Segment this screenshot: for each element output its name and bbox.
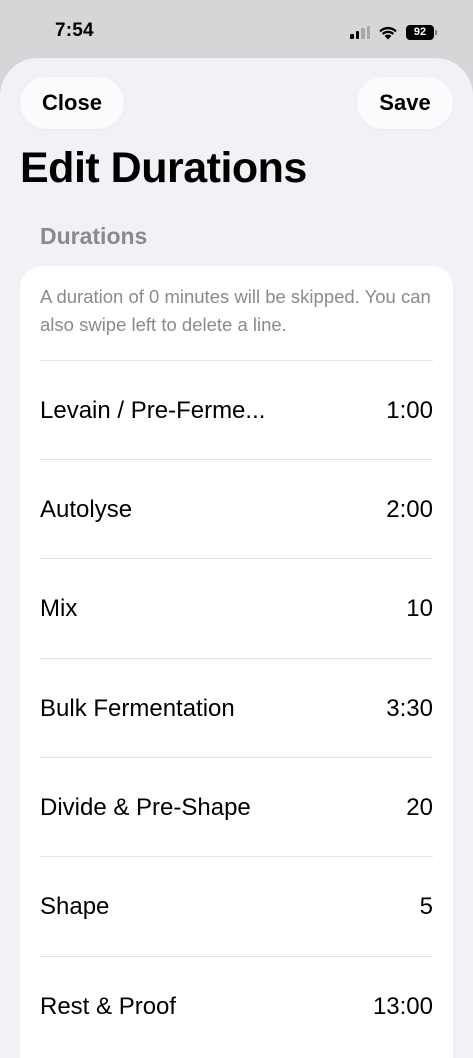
duration-row[interactable]: Autolyse 2:00 — [40, 460, 433, 559]
duration-label: Rest & Proof — [40, 992, 177, 1020]
duration-value[interactable]: 10 — [406, 595, 433, 623]
duration-label: Autolyse — [40, 495, 133, 523]
duration-label: Levain / Pre-Ferme... — [40, 396, 266, 424]
duration-row[interactable]: Levain / Pre-Ferme... 1:00 — [40, 361, 433, 460]
edit-durations-sheet: Close Save Edit Durations Durations A du… — [0, 58, 473, 1058]
duration-row[interactable]: Rest & Proof 13:00 — [40, 957, 433, 1056]
duration-value[interactable]: 5 — [420, 893, 433, 921]
duration-label: Bulk Fermentation — [40, 694, 235, 722]
signal-icon — [350, 25, 370, 39]
wifi-icon — [379, 26, 397, 39]
duration-row[interactable]: Shape 5 — [40, 857, 433, 956]
duration-label: Shape — [40, 892, 110, 920]
duration-label: Mix — [40, 594, 78, 622]
durations-footnote: A duration of 0 minutes will be skipped.… — [40, 286, 431, 335]
status-bar: 7:54 92 — [0, 0, 473, 60]
duration-row[interactable]: Divide & Pre-Shape 20 — [40, 758, 433, 857]
duration-value[interactable]: 2:00 — [386, 496, 433, 524]
battery-icon: 92 — [406, 24, 437, 40]
duration-value[interactable]: 20 — [406, 794, 433, 822]
duration-value[interactable]: 3:30 — [386, 695, 433, 723]
battery-level: 92 — [406, 24, 434, 40]
section-header: Durations — [40, 223, 148, 249]
duration-label: Divide & Pre-Shape — [40, 793, 251, 821]
duration-value[interactable]: 1:00 — [386, 397, 433, 425]
save-button[interactable]: Save — [357, 77, 453, 129]
durations-card: A duration of 0 minutes will be skipped.… — [20, 266, 453, 1058]
duration-row[interactable]: Bulk Fermentation 3:30 — [40, 659, 433, 758]
duration-value[interactable]: 13:00 — [373, 993, 433, 1021]
duration-row[interactable]: Mix 10 — [40, 559, 433, 658]
close-button[interactable]: Close — [20, 77, 124, 129]
page-title: Edit Durations — [20, 144, 307, 192]
status-icons: 92 — [350, 22, 437, 42]
status-time: 7:54 — [55, 20, 94, 41]
